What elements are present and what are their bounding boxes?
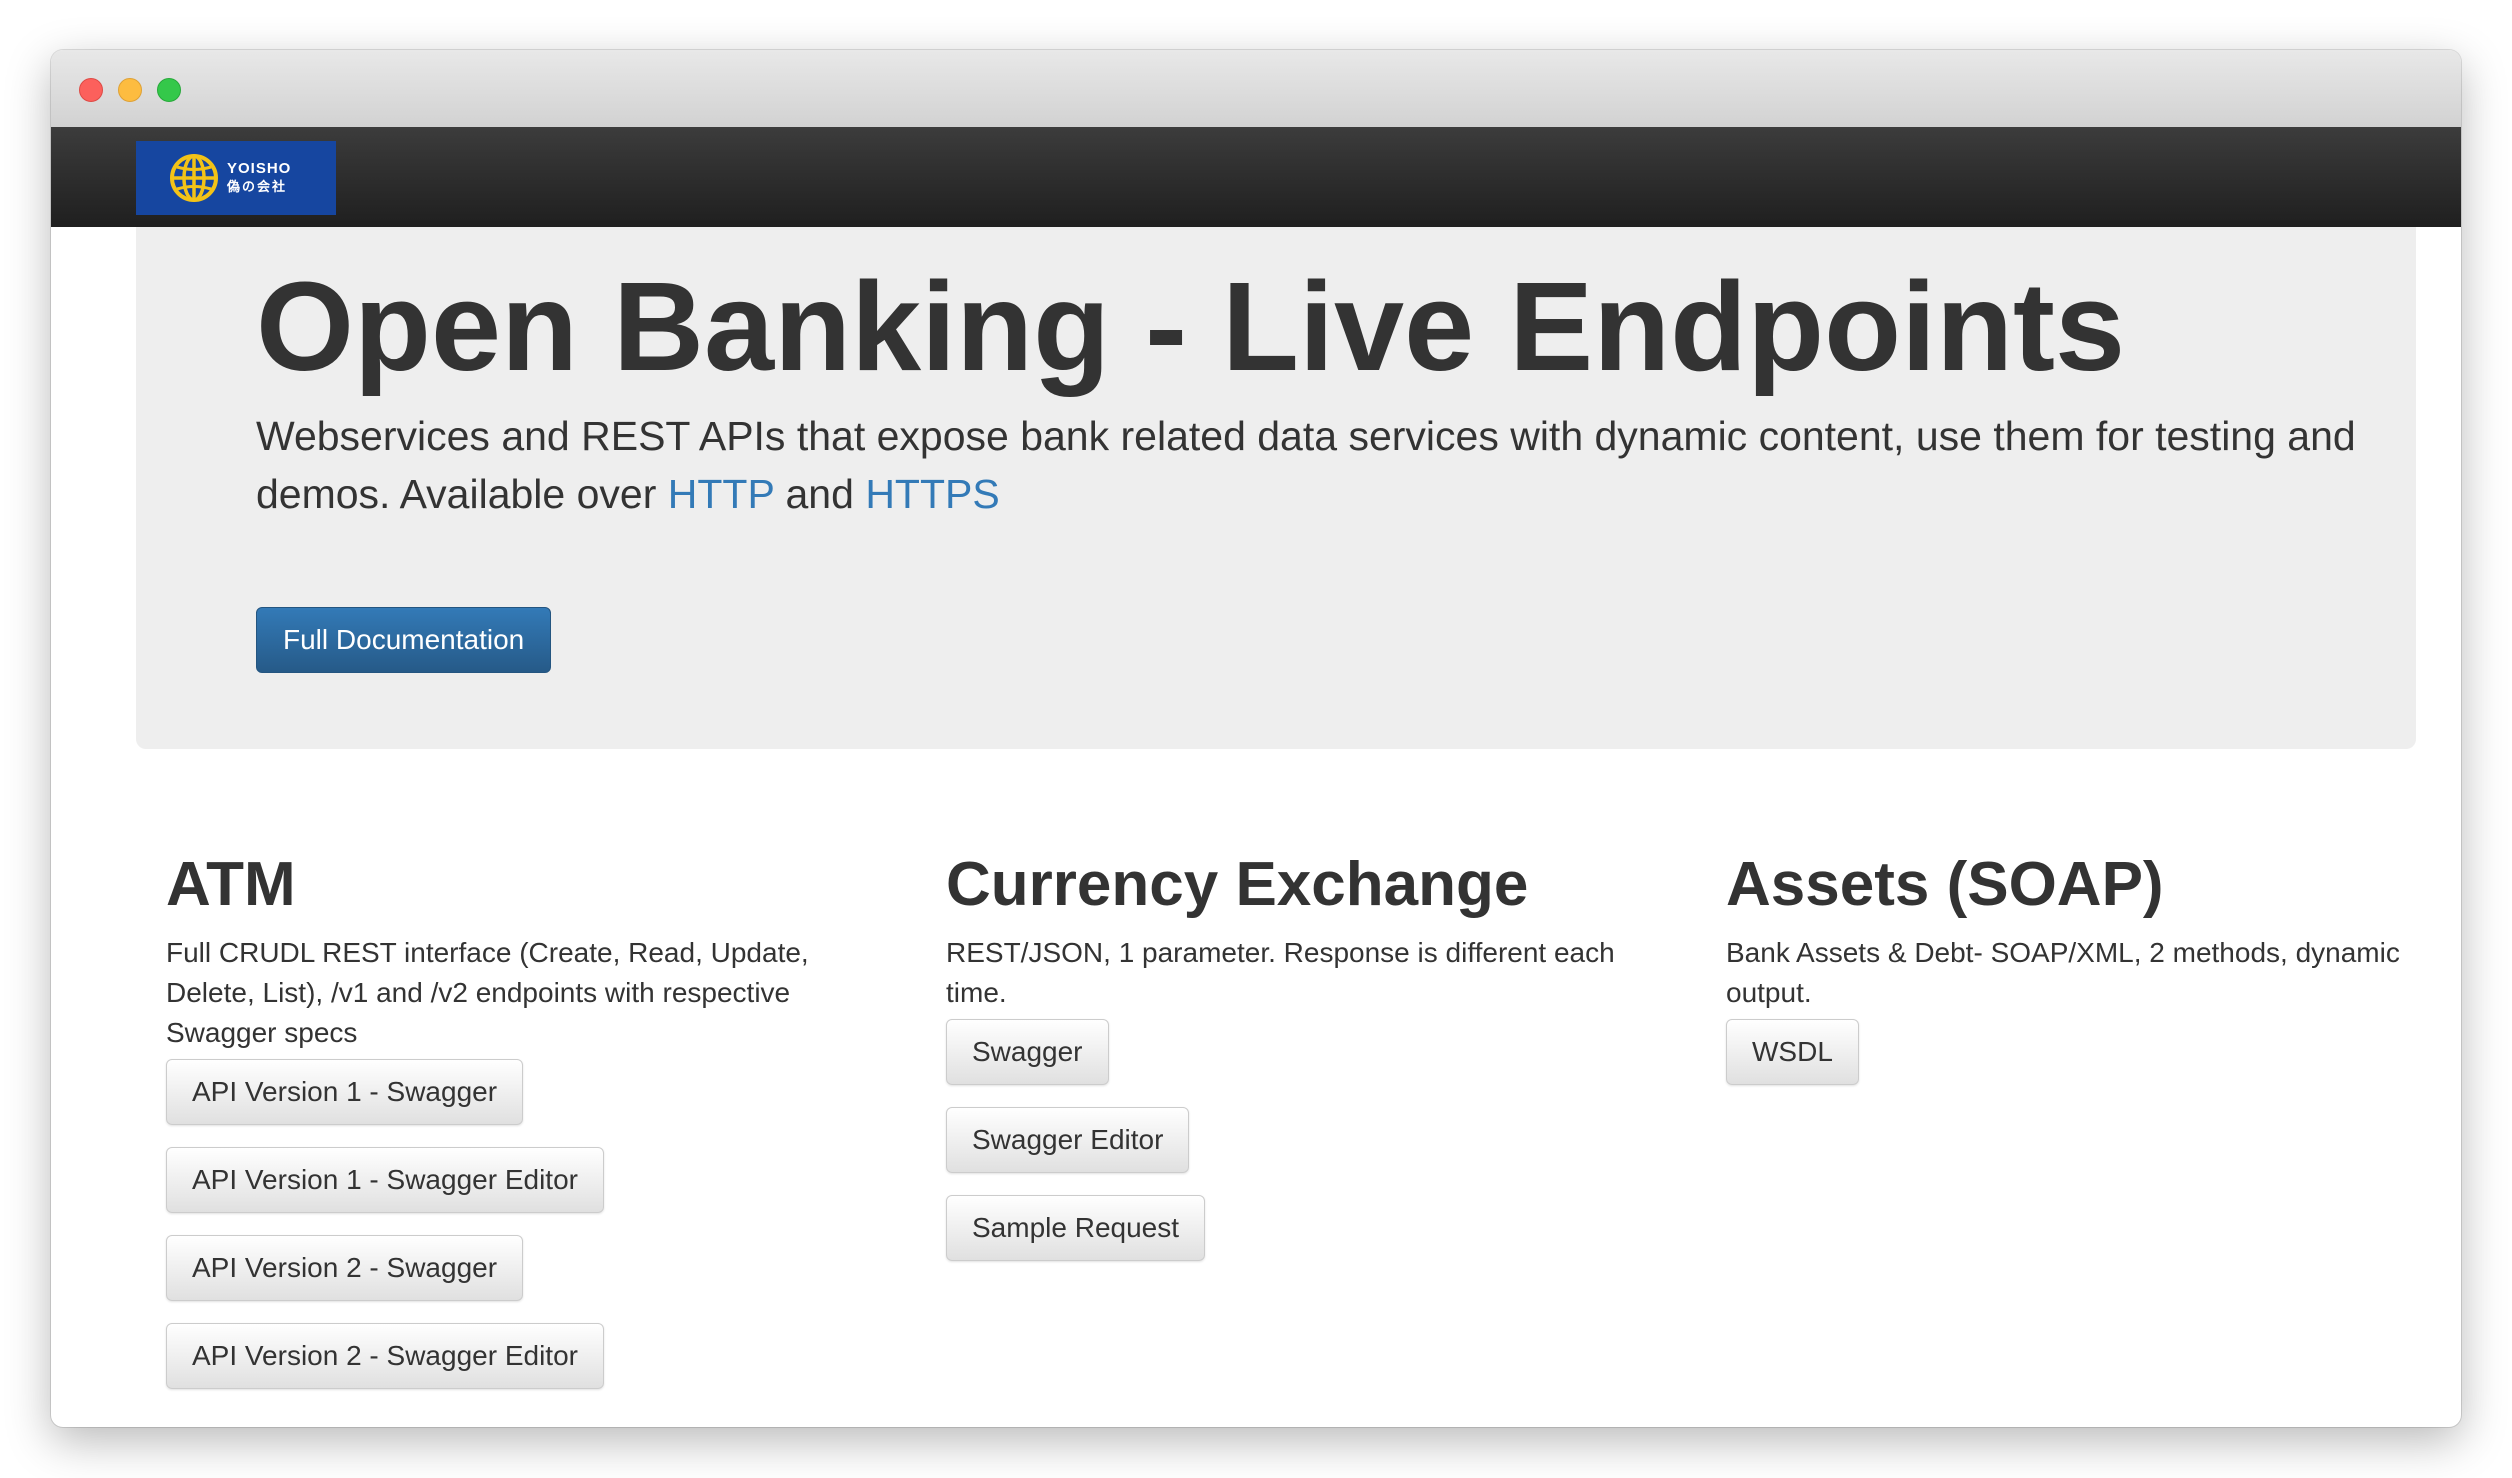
https-link[interactable]: HTTPS [865, 471, 999, 517]
atm-api-v1-swagger-editor-button[interactable]: API Version 1 - Swagger Editor [166, 1147, 604, 1213]
maximize-window-button[interactable] [157, 78, 181, 102]
hero-jumbotron: Open Banking - Live Endpoints Webservice… [136, 227, 2416, 749]
currency-swagger-button[interactable]: Swagger [946, 1019, 1109, 1085]
http-link[interactable]: HTTP [668, 471, 774, 517]
and-text: and [785, 471, 854, 517]
globe-icon [170, 154, 218, 202]
window-titlebar [51, 50, 2461, 128]
assets-wsdl-button[interactable]: WSDL [1726, 1019, 1859, 1085]
atm-api-v1-swagger-button[interactable]: API Version 1 - Swagger [166, 1059, 524, 1125]
logo-text: YOISHO 偽の会社 [227, 160, 291, 196]
currency-exchange-heading: Currency Exchange [946, 850, 1529, 919]
assets-soap-buttons: WSDL [1726, 1019, 2416, 1085]
browser-window: YOISHO 偽の会社 Open Banking - Live Endpoint… [51, 50, 2461, 1427]
page-title: Open Banking - Live Endpoints [256, 256, 2126, 397]
close-window-button[interactable] [79, 78, 103, 102]
assets-soap-description: Bank Assets & Debt- SOAP/XML, 2 methods,… [1726, 937, 2400, 1008]
lead-text: Webservices and REST APIs that expose ba… [256, 413, 2356, 517]
top-navbar: YOISHO 偽の会社 [51, 127, 2461, 227]
atm-api-v2-swagger-button[interactable]: API Version 2 - Swagger [166, 1235, 524, 1301]
logo-subtitle: 偽の会社 [227, 179, 288, 194]
full-documentation-button[interactable]: Full Documentation [256, 607, 552, 673]
assets-soap-heading: Assets (SOAP) [1726, 850, 2164, 919]
atm-description: Full CRUDL REST interface (Create, Read,… [166, 937, 809, 1048]
assets-soap-section: Assets (SOAP) Bank Assets & Debt- SOAP/X… [1726, 845, 2416, 1107]
atm-api-v2-swagger-editor-button[interactable]: API Version 2 - Swagger Editor [166, 1323, 604, 1389]
logo-name: YOISHO [227, 160, 292, 177]
currency-swagger-editor-button[interactable]: Swagger Editor [946, 1107, 1190, 1173]
atm-buttons: API Version 1 - Swagger API Version 1 - … [166, 1059, 846, 1389]
currency-exchange-description: REST/JSON, 1 parameter. Response is diff… [946, 937, 1615, 1008]
minimize-window-button[interactable] [118, 78, 142, 102]
currency-exchange-section: Currency Exchange REST/JSON, 1 parameter… [946, 845, 1626, 1283]
currency-sample-request-button[interactable]: Sample Request [946, 1195, 1206, 1261]
hero-lead-text: Webservices and REST APIs that expose ba… [256, 407, 2356, 523]
currency-exchange-buttons: Swagger Swagger Editor Sample Request [946, 1019, 1626, 1261]
company-logo[interactable]: YOISHO 偽の会社 [136, 141, 336, 215]
atm-section: ATM Full CRUDL REST interface (Create, R… [166, 845, 846, 1411]
atm-heading: ATM [166, 850, 296, 919]
